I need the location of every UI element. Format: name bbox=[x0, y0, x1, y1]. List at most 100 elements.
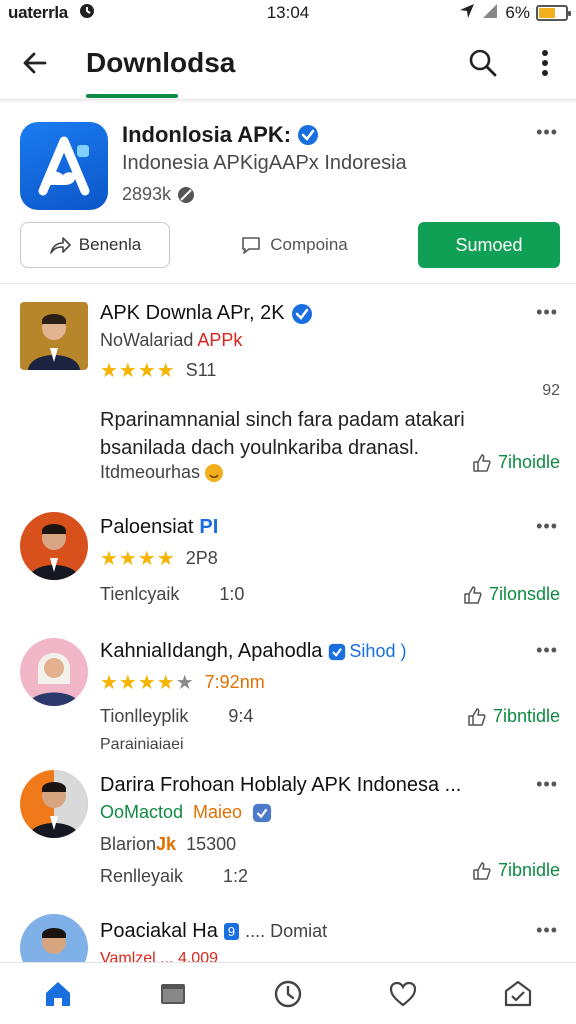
thumbs-up-icon bbox=[464, 585, 482, 604]
search-button[interactable] bbox=[452, 32, 514, 94]
person-avatar-icon bbox=[20, 302, 88, 370]
nav-inbox[interactable] bbox=[486, 966, 550, 1022]
review-meta: Itdmeourhas bbox=[100, 462, 224, 483]
battery-icon bbox=[536, 5, 571, 21]
inbox-icon bbox=[505, 980, 532, 1006]
nav-home[interactable] bbox=[26, 966, 90, 1022]
review-body: Rparinamnanial sinch fara padam atakari … bbox=[100, 409, 465, 459]
reviewer-stats: BlarionJk 15300 bbox=[100, 834, 236, 855]
review-side-count: 92 bbox=[542, 382, 560, 399]
review-meta-text: Tienlcyaik bbox=[100, 584, 180, 604]
verified-badge-icon bbox=[252, 803, 272, 822]
review-item: KahnialIdangh, Apahodla Sihod ) ★★★★★ 7:… bbox=[0, 630, 576, 760]
reviewer-name-text: Poaciakal Ha bbox=[100, 920, 218, 942]
reviewer-name: Poaciakal Ha 9 .... Domiat bbox=[100, 920, 327, 943]
nav-history[interactable] bbox=[256, 966, 320, 1022]
like-label: 7ilonsdle bbox=[488, 584, 560, 604]
review-more-button[interactable]: ••• bbox=[536, 516, 558, 537]
reviewer-name: KahnialIdangh, Apahodla Sihod ) bbox=[100, 640, 406, 663]
compoina-button-label: Compoina bbox=[270, 235, 348, 254]
review-item: Paloensiat PI ★★★★ 2P8 ••• Tienlcyaik 1:… bbox=[0, 506, 576, 624]
like-label: 7ibnidle bbox=[497, 860, 560, 880]
more-vertical-icon bbox=[542, 49, 548, 76]
review-meta-num: 1:2 bbox=[223, 866, 249, 886]
back-button[interactable] bbox=[0, 28, 70, 98]
reviewer-name: Paloensiat PI bbox=[100, 516, 218, 539]
block-icon bbox=[178, 186, 195, 203]
star-rating: ★★★★ bbox=[100, 360, 176, 382]
review-more-button[interactable]: ••• bbox=[536, 774, 558, 795]
sumoed-button[interactable]: Sumoed bbox=[418, 222, 560, 268]
like-label: 7ibntidle bbox=[492, 706, 560, 726]
review-meta-text: Tionlleyplik bbox=[100, 706, 189, 726]
app-logo bbox=[20, 122, 108, 210]
avatar bbox=[20, 302, 88, 370]
avatar bbox=[20, 638, 88, 706]
reviewer-subline-text: OoMactod bbox=[100, 802, 184, 822]
clock-icon bbox=[274, 980, 302, 1007]
review-item: APK Downla APr, 2K NoWalariad APPk ★★★★ S… bbox=[0, 296, 576, 496]
compoina-button[interactable]: Compoina bbox=[170, 235, 418, 255]
thumbs-up-icon bbox=[473, 453, 491, 472]
page-title: Downlodsa bbox=[86, 46, 236, 78]
nav-favorites[interactable] bbox=[371, 966, 435, 1022]
reviewer-name-text: KahnialIdangh, Apahodla bbox=[100, 640, 323, 662]
review-item: Poaciakal Ha 9 .... Domiat Vamlzel ... 4… bbox=[0, 908, 576, 962]
reviewer-tag: Maieo bbox=[193, 802, 243, 822]
star-rating: ★★★★ bbox=[100, 548, 176, 570]
home-icon bbox=[45, 981, 70, 1006]
nav-library[interactable] bbox=[141, 966, 205, 1022]
like-button[interactable]: 7ibntidle bbox=[467, 706, 560, 727]
folder-icon bbox=[160, 983, 185, 1004]
rating-text: 2P8 bbox=[185, 548, 218, 568]
rating-text: 7:92nm bbox=[204, 672, 265, 692]
star-rating: ★★★★★ bbox=[100, 670, 195, 695]
review-meta: Tionlleyplik 9:4 bbox=[100, 706, 253, 727]
reviewer-stats-tag: Jk bbox=[156, 834, 177, 854]
comment-icon bbox=[242, 237, 261, 254]
app-name-text: Indonlosia APK: bbox=[122, 122, 292, 147]
review-more-button[interactable]: ••• bbox=[536, 640, 558, 661]
person-avatar-icon bbox=[20, 638, 88, 706]
reviewer-stats-num: 15300 bbox=[186, 834, 237, 854]
star-empty: ★ bbox=[175, 672, 195, 694]
app-more-button[interactable]: ••• bbox=[536, 122, 558, 143]
review-meta-num: 9:4 bbox=[228, 706, 254, 726]
review-sub-meta: Parainiaiaei bbox=[100, 736, 184, 753]
app-download-count: 2893k bbox=[122, 184, 195, 205]
rating-row: ★★★★ 2P8 bbox=[100, 546, 218, 571]
reviewer-tag: APPk bbox=[197, 330, 243, 350]
verified-badge-icon bbox=[329, 643, 346, 660]
reviewer-tag: PI bbox=[199, 516, 219, 538]
thumbs-up-icon bbox=[473, 861, 491, 880]
carrier-label: uaterrla bbox=[8, 3, 68, 22]
reviewer-tag: 9 bbox=[223, 923, 240, 940]
status-bar: uaterrla 13:04 6% bbox=[0, 0, 576, 26]
overflow-menu-button[interactable] bbox=[514, 32, 576, 94]
reviewer-name: APK Downla APr, 2K bbox=[100, 302, 313, 325]
app-subtitle: Indonesia APKigAAPx Indoresia bbox=[122, 152, 407, 174]
benenla-button[interactable]: Benenla bbox=[20, 222, 170, 268]
search-icon bbox=[469, 49, 497, 76]
rating-text: S11 bbox=[185, 360, 217, 380]
review-more-button[interactable]: ••• bbox=[536, 302, 558, 323]
review-meta-num: 1:0 bbox=[219, 584, 245, 604]
active-tab-indicator bbox=[86, 94, 178, 98]
like-button[interactable]: 7ilonsdle bbox=[463, 584, 560, 605]
like-button[interactable]: 7ihoidle bbox=[472, 452, 560, 473]
benenla-button-label: Benenla bbox=[78, 235, 142, 254]
review-meta-text: Itdmeourhas bbox=[100, 462, 201, 482]
app-a-logo-icon bbox=[38, 136, 90, 196]
battery-fill bbox=[539, 8, 555, 18]
reviewer-name-text: APK Downla APr, 2K bbox=[100, 302, 285, 324]
review-item: Darira Frohoan Hoblaly APK Indonesa ... … bbox=[0, 766, 576, 896]
person-avatar-icon bbox=[20, 914, 88, 962]
like-button[interactable]: 7ibnidle bbox=[472, 860, 560, 881]
avatar bbox=[20, 512, 88, 580]
review-more-button[interactable]: ••• bbox=[536, 920, 558, 941]
verified-badge-icon bbox=[291, 303, 312, 324]
app-count-text: 2893k bbox=[122, 184, 172, 204]
review-meta-text: Renlleyaik bbox=[100, 866, 184, 886]
reviewer-stats-prefix: Blarion bbox=[100, 834, 157, 854]
alarm-icon bbox=[78, 2, 96, 25]
